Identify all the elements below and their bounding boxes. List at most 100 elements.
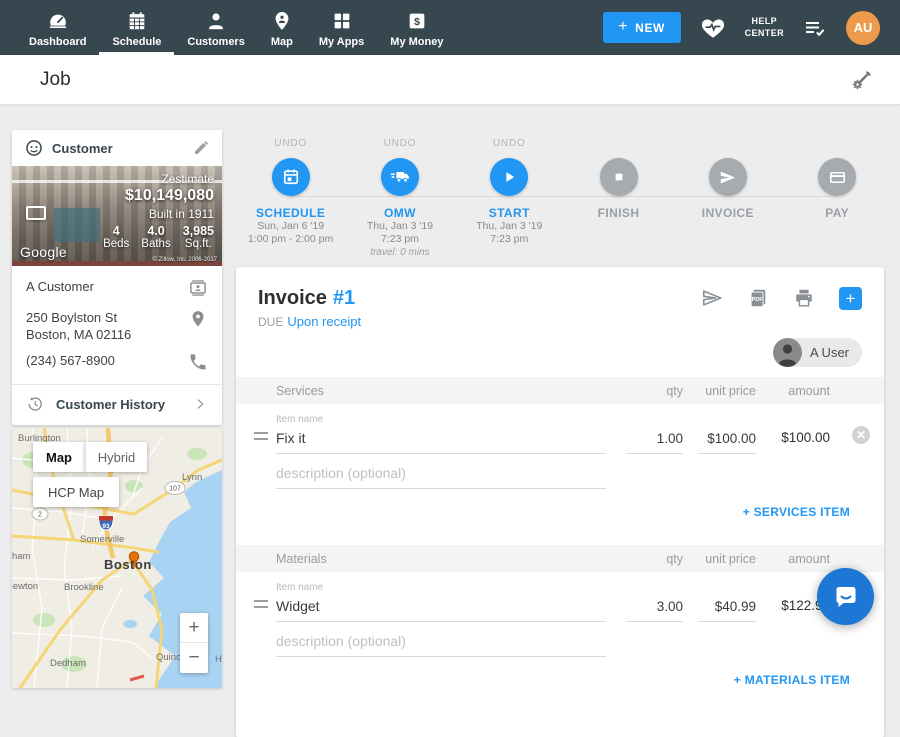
photo-copyright: © Zillow, Inc. 2006-2017 <box>153 257 217 263</box>
person-icon <box>205 10 227 32</box>
new-button[interactable]: + NEW <box>603 12 681 43</box>
built-year: Built in 1911 <box>103 207 214 221</box>
assignee-pill[interactable]: A User <box>773 338 862 367</box>
map-label-newton: Newton <box>12 581 38 592</box>
item-name-label: Item name <box>276 582 606 593</box>
step-label: SCHEDULE <box>256 206 325 220</box>
map-type-button[interactable]: Map <box>33 442 85 472</box>
nav-item-map[interactable]: Map <box>258 0 306 55</box>
customer-card-title: Customer <box>52 141 113 156</box>
step-label: INVOICE <box>702 206 754 220</box>
svg-text:2: 2 <box>38 512 42 519</box>
nav-label: My Money <box>390 36 443 48</box>
unit-price-input[interactable] <box>698 428 756 454</box>
svg-text:PDF: PDF <box>752 297 764 303</box>
line-item-row: Item name $122.97 ✕ <box>236 572 884 622</box>
nav-label: My Apps <box>319 36 364 48</box>
map-zoom-control: + − <box>180 613 208 673</box>
nav-item-schedule[interactable]: Schedule <box>99 0 174 55</box>
heart-pulse-icon[interactable] <box>700 15 726 41</box>
page-header: Job <box>0 55 900 105</box>
add-materials-item-link[interactable]: + MATERIALS ITEM <box>734 673 850 687</box>
nav-item-dashboard[interactable]: Dashboard <box>16 0 99 55</box>
qty-input[interactable] <box>626 596 683 622</box>
nav-label: Dashboard <box>29 36 86 48</box>
timeline-step-omw: UNDO OMW Thu, Jan 3 '19 7:23 pm travel: … <box>345 136 454 259</box>
item-name-input[interactable] <box>276 427 606 454</box>
timeline-step-start: UNDO START Thu, Jan 3 '19 7:23 pm <box>455 136 564 259</box>
phone-icon[interactable] <box>188 352 208 372</box>
customer-phone: (234) 567-8900 <box>26 352 115 369</box>
schedule-step-button[interactable] <box>272 158 310 196</box>
nav-item-my-money[interactable]: $ My Money <box>377 0 456 55</box>
undo-omw-button[interactable]: UNDO <box>384 136 417 150</box>
qty-input[interactable] <box>626 428 683 454</box>
pdf-icon[interactable]: PDF <box>747 287 769 309</box>
add-invoice-button[interactable]: + <box>839 287 862 310</box>
timeline-step-invoice: INVOICE <box>673 136 782 259</box>
qty-column-header: qty <box>626 552 683 566</box>
map-label-waltham: ham <box>12 551 31 562</box>
job-timeline: UNDO SCHEDULE Sun, Jan 6 '19 1:00 pm - 2… <box>236 136 892 259</box>
nav-label: Map <box>271 36 293 48</box>
undo-schedule-button[interactable]: UNDO <box>274 136 307 150</box>
description-input[interactable] <box>276 630 606 657</box>
due-terms-link[interactable]: Upon receipt <box>287 314 361 329</box>
wrench-gear-icon[interactable] <box>850 68 874 92</box>
calendar-icon <box>281 167 301 187</box>
hcp-map-button[interactable]: HCP Map <box>33 477 119 507</box>
amount-column-header: amount <box>779 552 830 566</box>
dollar-square-icon: $ <box>406 10 428 32</box>
delete-item-button[interactable]: ✕ <box>852 426 870 444</box>
play-icon <box>500 168 518 186</box>
unit-price-input[interactable] <box>698 596 756 622</box>
nav-item-customers[interactable]: Customers <box>174 0 257 55</box>
map-label-boston: Boston <box>104 557 152 572</box>
task-list-check-icon[interactable] <box>803 16 827 40</box>
contact-card-icon[interactable] <box>188 278 208 298</box>
step-label: FINISH <box>598 206 640 220</box>
map-label-hingham-partial: Hi <box>215 654 222 665</box>
invoice-card: Invoice#1 PDF + <box>236 267 884 737</box>
services-section: Services qty unit price amount Item name… <box>236 377 884 521</box>
location-pin-icon[interactable] <box>188 309 208 329</box>
zoom-in-button[interactable]: + <box>180 613 208 643</box>
qty-column-header: qty <box>626 384 683 398</box>
zoom-out-button[interactable]: − <box>180 643 208 673</box>
finish-step-button[interactable] <box>600 158 638 196</box>
chat-launcher[interactable] <box>817 568 874 625</box>
nav-label: Schedule <box>112 36 161 48</box>
pay-step-button[interactable] <box>818 158 856 196</box>
drag-handle[interactable] <box>254 432 268 440</box>
invoice-title: Invoice#1 <box>258 287 355 310</box>
storefront-photo-area <box>54 208 100 242</box>
page-title: Job <box>40 69 71 91</box>
send-invoice-icon[interactable] <box>701 287 723 309</box>
section-title: Services <box>276 384 606 398</box>
add-services-item-link[interactable]: + SERVICES ITEM <box>743 505 850 519</box>
line-item-row: Item name $100.00 ✕ <box>236 404 884 454</box>
undo-start-button[interactable]: UNDO <box>493 136 526 150</box>
nav-item-my-apps[interactable]: My Apps <box>306 0 377 55</box>
step-label: PAY <box>825 206 849 220</box>
help-center-line1: HELP <box>745 16 784 27</box>
step-time: 7:23 pm <box>381 233 419 246</box>
drag-handle[interactable] <box>254 600 268 608</box>
map-label-brookline: Brookline <box>64 582 104 593</box>
customer-history-link[interactable]: Customer History <box>12 384 222 425</box>
item-name-input[interactable] <box>276 595 606 622</box>
user-avatar[interactable]: AU <box>846 11 880 45</box>
plus-icon: + <box>618 18 628 36</box>
step-label: START <box>489 206 530 220</box>
unit-price-column-header: unit price <box>698 552 756 566</box>
photo-icon <box>26 206 46 220</box>
zestimate-photo[interactable]: Zestimate $10,149,080 Built in 1911 4 Be… <box>12 166 222 266</box>
edit-pencil-icon[interactable] <box>192 139 210 157</box>
invoice-step-button[interactable] <box>709 158 747 196</box>
print-icon[interactable] <box>793 287 815 309</box>
hybrid-type-button[interactable]: Hybrid <box>85 442 147 472</box>
start-step-button[interactable] <box>490 158 528 196</box>
description-input[interactable] <box>276 462 606 489</box>
help-center-link[interactable]: HELP CENTER <box>745 16 784 39</box>
omw-step-button[interactable] <box>381 158 419 196</box>
